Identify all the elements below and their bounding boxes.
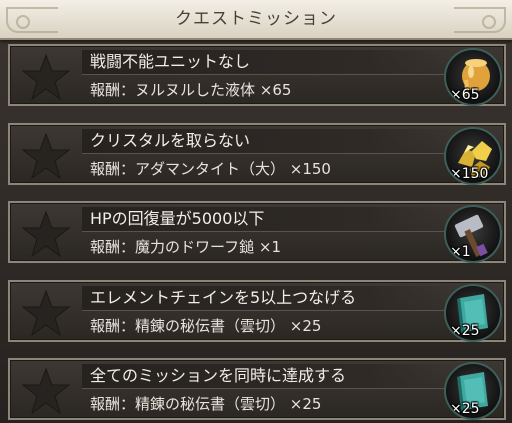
mission-row[interactable]: HPの回復量が5000以下 報酬：魔力のドワーフ鎚 ×1 ×1 [8,201,506,263]
reward-quantity: ×1 [450,244,471,260]
secret-book-icon: ×25 [444,362,502,420]
mission-row[interactable]: 全てのミッションを同時に達成する 報酬：精錬の秘伝書（雲切） ×25 ×25 [8,358,506,420]
mission-row[interactable]: クリスタルを取らない 報酬：アダマンタイト（大） ×150 ×150 [8,123,506,185]
mission-reward: 報酬：精錬の秘伝書（雲切） ×25 [90,317,322,335]
star-icon [20,209,72,259]
star-icon [20,131,72,181]
quest-mission-panel: クエストミッション 戦闘不能ユニットなし 報酬：ヌルヌルした液体 ×65 ×65… [0,0,512,423]
mission-title: クリスタルを取らない [90,131,251,150]
mission-title: エレメントチェインを5以上つなげる [90,288,357,307]
reward-quantity: ×150 [450,166,489,182]
mission-reward: 報酬：アダマンタイト（大） ×150 [90,160,331,178]
jar-of-liquid-icon: ×65 [444,48,502,106]
mission-reward: 報酬：精錬の秘伝書（雲切） ×25 [90,395,322,413]
star-icon [20,366,72,416]
panel-header: クエストミッション [0,0,512,40]
reward-quantity: ×65 [450,87,480,103]
mission-reward: 報酬：魔力のドワーフ鎚 ×1 [90,238,281,256]
mission-row[interactable]: 戦闘不能ユニットなし 報酬：ヌルヌルした液体 ×65 ×65 [8,44,506,106]
reward-quantity: ×25 [450,401,480,417]
mission-title-bar: 戦闘不能ユニットなし [82,50,462,75]
gold-ore-icon: ×150 [444,127,502,185]
mission-title-bar: エレメントチェインを5以上つなげる [82,286,462,311]
mission-row[interactable]: エレメントチェインを5以上つなげる 報酬：精錬の秘伝書（雲切） ×25 ×25 [8,280,506,342]
mission-title-bar: 全てのミッションを同時に達成する [82,364,462,389]
secret-book-icon: ×25 [444,284,502,342]
mission-title: 戦闘不能ユニットなし [90,52,251,71]
star-icon [20,52,72,102]
mission-title-bar: クリスタルを取らない [82,129,462,154]
header-ornament-right [454,7,506,33]
mission-title: HPの回復量が5000以下 [90,209,265,228]
panel-title: クエストミッション [175,9,337,29]
mission-reward: 報酬：ヌルヌルした液体 ×65 [90,81,292,99]
star-icon [20,288,72,338]
hammer-icon: ×1 [444,205,502,263]
reward-quantity: ×25 [450,323,480,339]
mission-title: 全てのミッションを同時に達成する [90,366,347,385]
mission-title-bar: HPの回復量が5000以下 [82,207,462,232]
